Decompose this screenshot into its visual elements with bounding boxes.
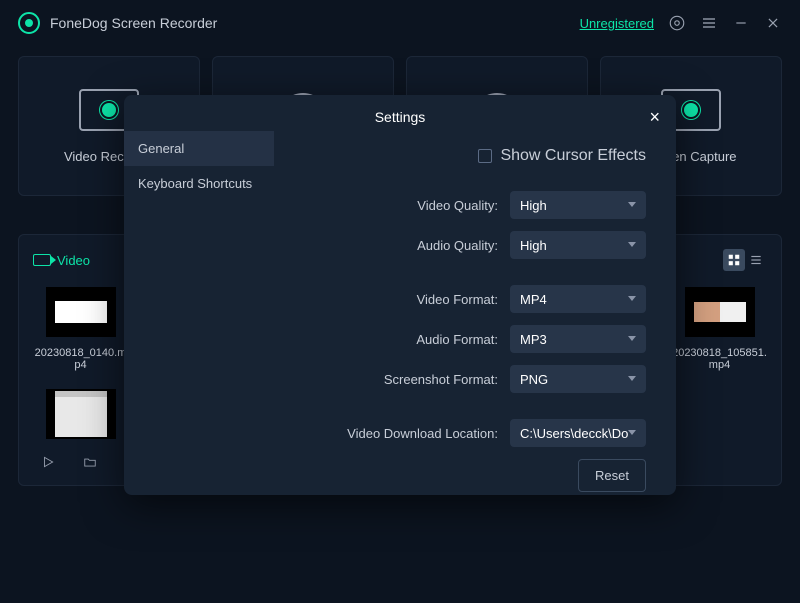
list-item[interactable]: 20230818_0140.mp4: [33, 287, 128, 371]
audio-quality-select[interactable]: High: [510, 231, 646, 259]
reset-button[interactable]: Reset: [578, 459, 646, 492]
sidebar-item-general[interactable]: General: [124, 131, 274, 166]
list-item[interactable]: 20230818_105851.mp4: [672, 287, 767, 371]
settings-sidebar: General Keyboard Shortcuts: [124, 127, 274, 459]
close-icon[interactable]: [764, 14, 782, 32]
unregistered-link[interactable]: Unregistered: [580, 16, 654, 31]
grid-view-icon[interactable]: [723, 249, 745, 271]
modal-title: Settings ×: [124, 95, 676, 127]
screenshot-format-select[interactable]: PNG: [510, 365, 646, 393]
minimize-icon[interactable]: [732, 14, 750, 32]
settings-panel: Show Cursor Effects Video Quality: High …: [274, 127, 676, 459]
download-location-select[interactable]: C:\Users\decck\Do: [510, 419, 646, 447]
menu-icon[interactable]: [700, 14, 718, 32]
thumbnail: [46, 389, 116, 439]
list-view-icon[interactable]: [745, 249, 767, 271]
titlebar: FoneDog Screen Recorder Unregistered: [0, 0, 800, 46]
sidebar-item-shortcuts[interactable]: Keyboard Shortcuts: [124, 166, 274, 201]
cursor-label: Show Cursor Effects: [500, 147, 646, 165]
tab-video[interactable]: Video: [33, 253, 90, 268]
play-icon[interactable]: [39, 453, 57, 471]
cursor-checkbox[interactable]: [478, 149, 492, 163]
video-format-select[interactable]: MP4: [510, 285, 646, 313]
video-icon: [33, 254, 51, 266]
thumbnail: [685, 287, 755, 337]
folder-icon[interactable]: [81, 453, 99, 471]
audio-format-select[interactable]: MP3: [510, 325, 646, 353]
video-quality-select[interactable]: High: [510, 191, 646, 219]
app-title: FoneDog Screen Recorder: [50, 15, 217, 31]
thumbnail: [46, 287, 116, 337]
list-item[interactable]: [33, 389, 128, 449]
app-logo: [18, 12, 40, 34]
gear-icon[interactable]: [668, 14, 686, 32]
settings-modal: Settings × General Keyboard Shortcuts Sh…: [124, 95, 676, 495]
close-icon[interactable]: ×: [649, 107, 660, 128]
